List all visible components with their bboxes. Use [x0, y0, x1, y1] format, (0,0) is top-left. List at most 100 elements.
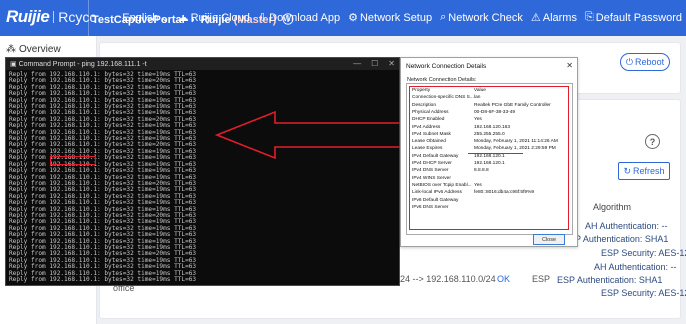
menu-default-password[interactable]: ⎘ Default Password [585, 11, 682, 24]
details-row[interactable]: Description Realtek PCIe GbE Family Contr… [412, 102, 551, 108]
details-value: fe80::8016:db4a:c95f:5f9%9 [474, 190, 535, 196]
row1-esp-auth: P Authentication: SHA1 [575, 234, 669, 244]
details-row[interactable]: Connection-specific DNS S... lan [412, 95, 480, 101]
details-list[interactable]: Property Value Connection-specific DNS S..… [406, 83, 573, 235]
top-menu: English ⌄ ☁ Ruijie Cloud ⇩ Download App ⚙ Ne… [122, 11, 682, 24]
menu-language[interactable]: English ⌄ [122, 11, 170, 25]
details-row[interactable]: IPv4 Default Gateway 192.168.120.1 [412, 153, 505, 159]
details-row[interactable]: Lease Expires Monday, February 1, 2021 2:… [412, 146, 556, 151]
close-button[interactable]: Close [533, 234, 565, 245]
terminal-icon: ▣ [10, 61, 19, 68]
help-icon[interactable]: ? [645, 134, 660, 149]
header-divider [88, 0, 89, 36]
details-row[interactable]: Property Value [412, 88, 486, 93]
menu-alarms[interactable]: ⚠ Alarms [530, 11, 577, 25]
details-row[interactable]: DHCP Enabled Yes [412, 117, 482, 123]
details-value: 192.168.120.1 [474, 161, 505, 166]
details-property: IPv4 Default Gateway [412, 153, 459, 159]
download-icon: ⇩ [257, 12, 268, 24]
window-controls: — ☐ ✕ [353, 59, 395, 68]
details-property: Description [412, 102, 436, 108]
details-row[interactable]: Lease Obtained Monday, February 1, 2021 1… [412, 139, 558, 145]
maximize-icon[interactable]: ☐ [371, 59, 378, 68]
refresh-label: Refresh [633, 166, 665, 176]
details-property: IPv6 Default Gateway [412, 197, 459, 203]
details-property: Connection-specific DNS S... [412, 95, 474, 101]
details-property: Property [412, 88, 431, 93]
dialog-title: Network Connection Details [406, 63, 487, 70]
details-value: 192.168.120.163 [474, 124, 511, 130]
details-row[interactable]: Physical Address 00-D8-6F-38-33-49 [412, 109, 515, 115]
row2-ah-auth: AH Authentication: -- [594, 262, 677, 272]
reboot-button[interactable]: ⏻ Reboot [620, 53, 670, 71]
details-row[interactable]: NetBIOS over Tcpip Enabl... Yes [412, 182, 482, 188]
details-value: Yes [474, 182, 482, 188]
cloud-icon: ☁ [177, 12, 189, 24]
details-row[interactable]: IPv4 DHCP Server 192.168.120.1 [412, 161, 505, 166]
row2-esp-auth: ESP Authentication: SHA1 [557, 275, 663, 285]
row2-protocol: ESP [532, 274, 551, 284]
command-prompt-titlebar[interactable]: ▣ Command Prompt - ping 192.168.111.1 -t… [6, 58, 399, 70]
details-value: Value [474, 88, 486, 93]
menu-download-app[interactable]: ⇩ Download App [257, 11, 340, 25]
details-property: IPv4 DHCP Server [412, 161, 452, 166]
menu-default-password-label: Default Password [595, 11, 682, 24]
details-value: 00-D8-6F-38-33-49 [474, 109, 516, 115]
red-arrow-annotation [215, 110, 412, 160]
details-value: Monday, February 1, 2021 11:14:26 AM [474, 139, 558, 145]
details-value: Realtek PCIe GbE Family Controller [474, 102, 551, 108]
row1-ah-auth: AH Authentication: -- [585, 221, 668, 231]
alarm-icon: ⚠ [530, 12, 541, 24]
details-property: DHCP Enabled [412, 117, 445, 123]
brand-logo[interactable]: Ruijie Rcycc [6, 7, 96, 26]
row2-status: OK [497, 274, 511, 284]
search-icon: ⌕ [440, 11, 447, 23]
row2-esp-security: ESP Security: AES-128 [601, 288, 686, 298]
details-row[interactable]: IPv6 DNS Server [412, 205, 449, 210]
minimize-icon[interactable]: — [353, 59, 361, 68]
details-property: IPv4 Subnet Mask [412, 131, 451, 137]
brand-divider [53, 11, 55, 23]
details-value: 8.8.8.8 [474, 168, 489, 174]
chevron-down-icon: ⌄ [160, 12, 170, 24]
menu-network-check-label: Network Check [448, 11, 523, 24]
details-row[interactable]: IPv4 Address 192.168.120.163 [412, 125, 510, 130]
row2-route: 24 --> 192.168.110.0/24 [400, 274, 496, 284]
ping-output-line: Reply from 192.168.110.1: bytes=32 time=… [9, 276, 197, 283]
details-row[interactable]: IPv6 Default Gateway [412, 198, 458, 203]
command-prompt-title: Command Prompt - ping 192.168.111.1 -t [18, 60, 147, 68]
algorithm-column-header: Algorithm [593, 202, 632, 212]
details-value: Monday, February 1, 2021 2:29:59 PM [474, 146, 556, 152]
refresh-button[interactable]: ↻ Refresh [618, 162, 670, 180]
menu-alarms-label: Alarms [542, 11, 577, 24]
network-setup-icon: ⚙ [348, 12, 358, 24]
refresh-icon: ↻ [623, 165, 632, 176]
top-bar: Ruijie Rcycc TestCaptivePortal › Ruijie … [0, 0, 686, 36]
details-property: Lease Obtained [412, 139, 446, 145]
details-row[interactable]: IPv4 Subnet Mask 255.255.255.0 [412, 131, 505, 137]
menu-network-setup[interactable]: ⚙ Network Setup [348, 11, 433, 25]
details-row[interactable]: IPv4 DNS Server 8.8.8.8 [412, 168, 489, 173]
network-connection-details-dialog: Network Connection Details ✕ Network Con… [400, 57, 578, 247]
menu-language-label: English [122, 11, 159, 24]
details-property: NetBIOS over Tcpip Enabl... [412, 182, 472, 188]
row1-esp-security: ESP Security: AES-128 [601, 248, 686, 258]
menu-ruijie-cloud-label: Ruijie Cloud [190, 11, 250, 24]
close-icon[interactable]: ✕ [388, 59, 395, 68]
menu-network-check[interactable]: ⌕ Network Check [440, 11, 523, 24]
ping-output: Reply from 192.168.110.1: bytes=32 time=… [9, 71, 197, 283]
details-value: 255.255.255.0 [474, 131, 505, 137]
details-value: 192.168.120.1 [474, 153, 505, 159]
menu-ruijie-cloud[interactable]: ☁ Ruijie Cloud [177, 11, 250, 25]
nav-item-overview[interactable]: ⁂ Overview [6, 44, 61, 55]
details-value: Yes [474, 117, 482, 123]
details-property: Physical Address [412, 109, 449, 115]
dialog-close-icon[interactable]: ✕ [566, 61, 573, 70]
details-row[interactable]: IPv4 WINS Server [412, 176, 451, 181]
command-prompt-window[interactable]: ▣ Command Prompt - ping 192.168.111.1 -t… [5, 57, 400, 286]
menu-network-setup-label: Network Setup [359, 11, 433, 24]
brand-name: Ruijie [6, 7, 50, 26]
details-row[interactable]: Link-local IPv6 Address fe80::8016:db4a:c… [412, 190, 534, 195]
password-icon: ⎘ [584, 11, 594, 23]
nav-item-overview-label: Overview [19, 44, 61, 55]
